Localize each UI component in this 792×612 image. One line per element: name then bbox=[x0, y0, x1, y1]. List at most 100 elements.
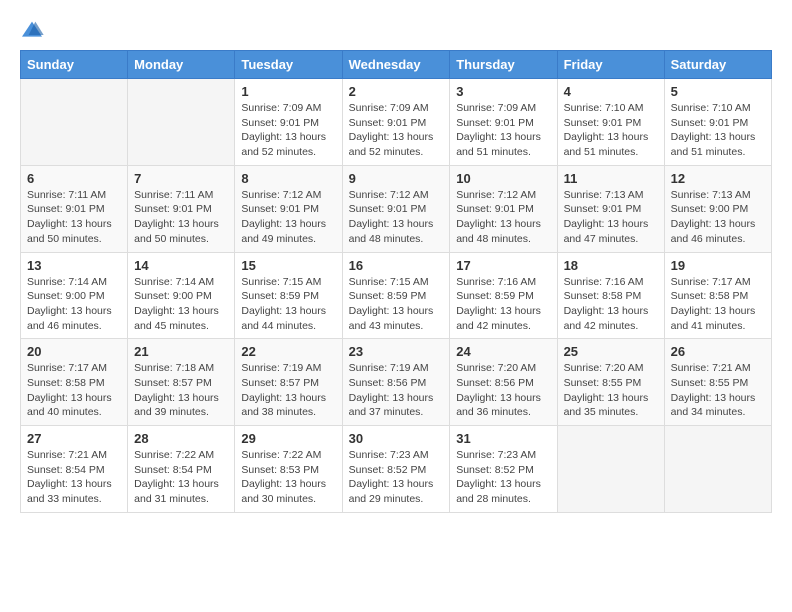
calendar-cell: 7Sunrise: 7:11 AMSunset: 9:01 PMDaylight… bbox=[128, 165, 235, 252]
day-info: Sunrise: 7:21 AMSunset: 8:55 PMDaylight:… bbox=[671, 361, 765, 420]
day-info: Sunrise: 7:13 AMSunset: 9:00 PMDaylight:… bbox=[671, 188, 765, 247]
calendar-cell: 6 Sunrise: 7:11 AMSunset: 9:01 PMDaylight… bbox=[21, 165, 128, 252]
day-header: Tuesday bbox=[235, 51, 342, 79]
calendar-cell: 11Sunrise: 7:13 AMSunset: 9:01 PMDayligh… bbox=[557, 165, 664, 252]
day-number: 11 bbox=[564, 171, 658, 186]
day-info: Sunrise: 7:11 AMSunset: 9:01 PMDaylight:… bbox=[27, 188, 121, 247]
calendar-week-row: 27 Sunrise: 7:21 AMSunset: 8:54 PMDayligh… bbox=[21, 426, 772, 513]
day-info: Sunrise: 7:12 AMSunset: 9:01 PMDaylight:… bbox=[349, 188, 444, 247]
day-info: Sunrise: 7:14 AMSunset: 9:00 PMDaylight:… bbox=[27, 275, 121, 334]
day-header: Sunday bbox=[21, 51, 128, 79]
day-info: Sunrise: 7:22 AMSunset: 8:54 PMDaylight:… bbox=[134, 448, 228, 507]
day-info: Sunrise: 7:15 AMSunset: 8:59 PMDaylight:… bbox=[241, 275, 335, 334]
day-number: 26 bbox=[671, 344, 765, 359]
calendar-cell: 30Sunrise: 7:23 AMSunset: 8:52 PMDayligh… bbox=[342, 426, 450, 513]
day-number: 29 bbox=[241, 431, 335, 446]
day-info: Sunrise: 7:23 AMSunset: 8:52 PMDaylight:… bbox=[349, 448, 444, 507]
day-number: 17 bbox=[456, 258, 550, 273]
day-info: Sunrise: 7:09 AMSunset: 9:01 PMDaylight:… bbox=[349, 101, 444, 160]
calendar-cell bbox=[664, 426, 771, 513]
day-number: 6 bbox=[27, 171, 121, 186]
day-info: Sunrise: 7:12 AMSunset: 9:01 PMDaylight:… bbox=[241, 188, 335, 247]
day-number: 14 bbox=[134, 258, 228, 273]
day-info: Sunrise: 7:09 AMSunset: 9:01 PMDaylight:… bbox=[456, 101, 550, 160]
calendar-cell: 13 Sunrise: 7:14 AMSunset: 9:00 PMDayligh… bbox=[21, 252, 128, 339]
day-number: 3 bbox=[456, 84, 550, 99]
day-number: 10 bbox=[456, 171, 550, 186]
calendar-cell: 5 Sunrise: 7:10 AMSunset: 9:01 PMDaylight… bbox=[664, 79, 771, 166]
calendar-cell: 14 Sunrise: 7:14 AMSunset: 9:00 PMDayligh… bbox=[128, 252, 235, 339]
calendar-cell: 17 Sunrise: 7:16 AMSunset: 8:59 PMDayligh… bbox=[450, 252, 557, 339]
calendar: SundayMondayTuesdayWednesdayThursdayFrid… bbox=[20, 50, 772, 513]
day-number: 24 bbox=[456, 344, 550, 359]
calendar-cell: 9 Sunrise: 7:12 AMSunset: 9:01 PMDaylight… bbox=[342, 165, 450, 252]
day-number: 18 bbox=[564, 258, 658, 273]
calendar-cell: 4 Sunrise: 7:10 AMSunset: 9:01 PMDaylight… bbox=[557, 79, 664, 166]
calendar-cell bbox=[21, 79, 128, 166]
day-header: Saturday bbox=[664, 51, 771, 79]
day-info: Sunrise: 7:12 AMSunset: 9:01 PMDaylight:… bbox=[456, 188, 550, 247]
day-number: 19 bbox=[671, 258, 765, 273]
day-info: Sunrise: 7:20 AMSunset: 8:56 PMDaylight:… bbox=[456, 361, 550, 420]
day-info: Sunrise: 7:19 AMSunset: 8:57 PMDaylight:… bbox=[241, 361, 335, 420]
day-info: Sunrise: 7:09 AMSunset: 9:01 PMDaylight:… bbox=[241, 101, 335, 160]
calendar-cell: 20 Sunrise: 7:17 AMSunset: 8:58 PMDayligh… bbox=[21, 339, 128, 426]
calendar-cell bbox=[128, 79, 235, 166]
day-number: 2 bbox=[349, 84, 444, 99]
day-info: Sunrise: 7:17 AMSunset: 8:58 PMDaylight:… bbox=[671, 275, 765, 334]
day-info: Sunrise: 7:21 AMSunset: 8:54 PMDaylight:… bbox=[27, 448, 121, 507]
day-number: 25 bbox=[564, 344, 658, 359]
calendar-cell bbox=[557, 426, 664, 513]
calendar-cell: 8 Sunrise: 7:12 AMSunset: 9:01 PMDaylight… bbox=[235, 165, 342, 252]
logo-icon bbox=[20, 20, 44, 40]
day-info: Sunrise: 7:10 AMSunset: 9:01 PMDaylight:… bbox=[671, 101, 765, 160]
day-number: 23 bbox=[349, 344, 444, 359]
calendar-week-row: 6 Sunrise: 7:11 AMSunset: 9:01 PMDaylight… bbox=[21, 165, 772, 252]
calendar-week-row: 13 Sunrise: 7:14 AMSunset: 9:00 PMDayligh… bbox=[21, 252, 772, 339]
day-info: Sunrise: 7:20 AMSunset: 8:55 PMDaylight:… bbox=[564, 361, 658, 420]
calendar-cell: 23 Sunrise: 7:19 AMSunset: 8:56 PMDayligh… bbox=[342, 339, 450, 426]
day-info: Sunrise: 7:19 AMSunset: 8:56 PMDaylight:… bbox=[349, 361, 444, 420]
calendar-cell: 29 Sunrise: 7:22 AMSunset: 8:53 PMDayligh… bbox=[235, 426, 342, 513]
day-number: 22 bbox=[241, 344, 335, 359]
header bbox=[20, 20, 772, 40]
days-header-row: SundayMondayTuesdayWednesdayThursdayFrid… bbox=[21, 51, 772, 79]
calendar-cell: 18 Sunrise: 7:16 AMSunset: 8:58 PMDayligh… bbox=[557, 252, 664, 339]
day-header: Friday bbox=[557, 51, 664, 79]
calendar-cell: 31 Sunrise: 7:23 AMSunset: 8:52 PMDayligh… bbox=[450, 426, 557, 513]
calendar-cell: 3 Sunrise: 7:09 AMSunset: 9:01 PMDaylight… bbox=[450, 79, 557, 166]
calendar-cell: 1Sunrise: 7:09 AMSunset: 9:01 PMDaylight… bbox=[235, 79, 342, 166]
calendar-cell: 25 Sunrise: 7:20 AMSunset: 8:55 PMDayligh… bbox=[557, 339, 664, 426]
day-number: 31 bbox=[456, 431, 550, 446]
calendar-cell: 19 Sunrise: 7:17 AMSunset: 8:58 PMDayligh… bbox=[664, 252, 771, 339]
day-info: Sunrise: 7:10 AMSunset: 9:01 PMDaylight:… bbox=[564, 101, 658, 160]
calendar-cell: 15 Sunrise: 7:15 AMSunset: 8:59 PMDayligh… bbox=[235, 252, 342, 339]
day-number: 20 bbox=[27, 344, 121, 359]
calendar-cell: 22 Sunrise: 7:19 AMSunset: 8:57 PMDayligh… bbox=[235, 339, 342, 426]
day-info: Sunrise: 7:22 AMSunset: 8:53 PMDaylight:… bbox=[241, 448, 335, 507]
day-info: Sunrise: 7:18 AMSunset: 8:57 PMDaylight:… bbox=[134, 361, 228, 420]
day-info: Sunrise: 7:16 AMSunset: 8:59 PMDaylight:… bbox=[456, 275, 550, 334]
calendar-cell: 24 Sunrise: 7:20 AMSunset: 8:56 PMDayligh… bbox=[450, 339, 557, 426]
day-number: 9 bbox=[349, 171, 444, 186]
day-info: Sunrise: 7:11 AMSunset: 9:01 PMDaylight:… bbox=[134, 188, 228, 247]
logo bbox=[20, 20, 48, 40]
day-number: 27 bbox=[27, 431, 121, 446]
calendar-cell: 28Sunrise: 7:22 AMSunset: 8:54 PMDayligh… bbox=[128, 426, 235, 513]
day-header: Wednesday bbox=[342, 51, 450, 79]
calendar-cell: 27 Sunrise: 7:21 AMSunset: 8:54 PMDayligh… bbox=[21, 426, 128, 513]
calendar-cell: 16Sunrise: 7:15 AMSunset: 8:59 PMDayligh… bbox=[342, 252, 450, 339]
day-info: Sunrise: 7:16 AMSunset: 8:58 PMDaylight:… bbox=[564, 275, 658, 334]
calendar-cell: 12Sunrise: 7:13 AMSunset: 9:00 PMDayligh… bbox=[664, 165, 771, 252]
day-info: Sunrise: 7:17 AMSunset: 8:58 PMDaylight:… bbox=[27, 361, 121, 420]
day-number: 13 bbox=[27, 258, 121, 273]
day-info: Sunrise: 7:15 AMSunset: 8:59 PMDaylight:… bbox=[349, 275, 444, 334]
day-info: Sunrise: 7:14 AMSunset: 9:00 PMDaylight:… bbox=[134, 275, 228, 334]
day-number: 4 bbox=[564, 84, 658, 99]
day-info: Sunrise: 7:23 AMSunset: 8:52 PMDaylight:… bbox=[456, 448, 550, 507]
calendar-cell: 2 Sunrise: 7:09 AMSunset: 9:01 PMDaylight… bbox=[342, 79, 450, 166]
day-number: 5 bbox=[671, 84, 765, 99]
day-number: 15 bbox=[241, 258, 335, 273]
calendar-cell: 26 Sunrise: 7:21 AMSunset: 8:55 PMDayligh… bbox=[664, 339, 771, 426]
day-number: 8 bbox=[241, 171, 335, 186]
